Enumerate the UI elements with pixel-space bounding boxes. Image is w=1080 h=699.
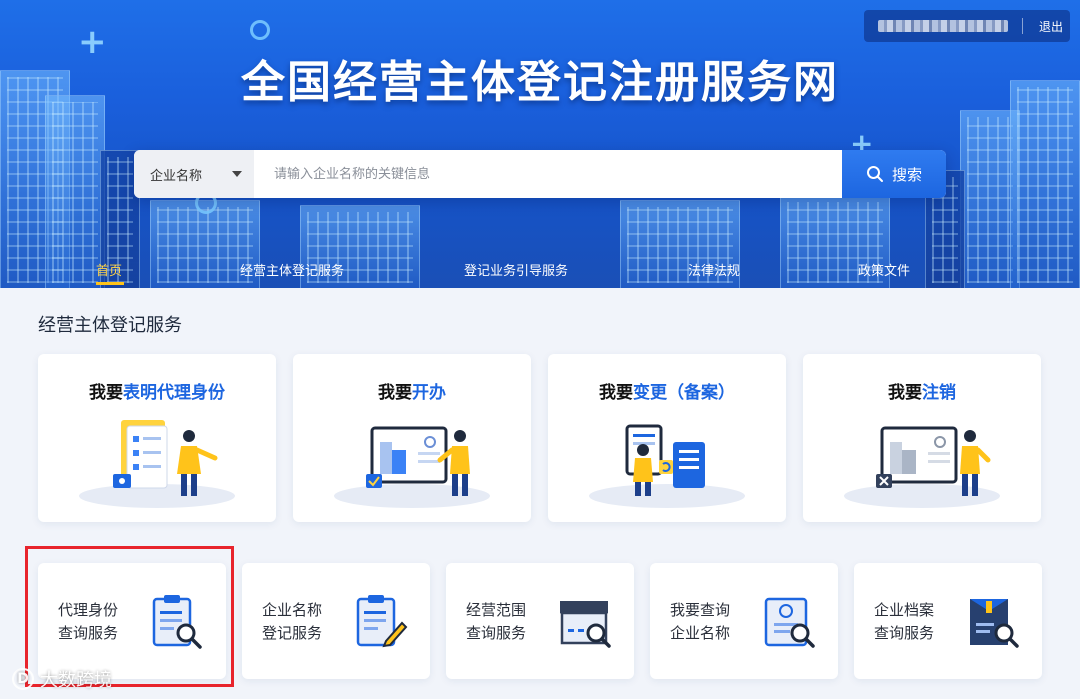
card-deregister[interactable]: 我要注销 xyxy=(803,354,1041,522)
card-agent-identity[interactable]: 我要表明代理身份 xyxy=(38,354,276,522)
active-nav-indicator xyxy=(96,282,124,285)
card-open-business[interactable]: 我要开办 xyxy=(293,354,531,522)
store-search-icon xyxy=(560,601,611,648)
certificate-search-icon xyxy=(764,597,815,648)
card-label-line2: 查询服务 xyxy=(874,624,935,642)
watermark-logo-icon: D xyxy=(12,668,34,690)
card-label: 经营范围 查询服务 xyxy=(466,599,526,645)
card-label: 企业名称 登记服务 xyxy=(262,599,322,645)
archive-search-icon xyxy=(970,599,1019,648)
nav-item-registration[interactable]: 经营主体登记服务 xyxy=(240,260,344,279)
site-title: 全国经营主体登记注册服务网 xyxy=(241,57,839,108)
nav-item-policy[interactable]: 政策文件 xyxy=(858,260,910,279)
card-label-line1: 企业档案 xyxy=(874,601,935,619)
card-label-line1: 经营范围 xyxy=(466,601,527,619)
card-label-line2: 登记服务 xyxy=(262,624,323,642)
watermark-text: 大数跨境 xyxy=(40,670,112,691)
hero-banner: + + 退出 全国经营主体登记注册服务网 企业名称 搜索 首页 经营主体登记服务… xyxy=(0,0,1080,288)
divider xyxy=(1022,18,1023,34)
search-button[interactable]: 搜索 xyxy=(842,150,946,198)
card-heading-prefix: 我要 xyxy=(888,383,922,403)
card-label-line1: 企业名称 xyxy=(262,601,323,619)
nav-item-home[interactable]: 首页 xyxy=(96,260,122,279)
card-heading-highlight: 开办 xyxy=(412,383,446,403)
card-heading-prefix: 我要 xyxy=(89,383,123,403)
circle-decoration xyxy=(250,20,270,40)
card-heading: 我要变更（备案） xyxy=(548,378,786,403)
deregister-illustration xyxy=(844,426,1000,508)
card-change-filing[interactable]: 我要变更（备案） xyxy=(548,354,786,522)
clipboard-pen-icon xyxy=(356,595,408,648)
main-nav: 首页 经营主体登记服务 登记业务引导服务 法律法规 政策文件 xyxy=(0,248,1080,288)
card-heading-highlight: 注销 xyxy=(922,383,956,403)
username-blurred xyxy=(878,20,1008,32)
watermark: D 大数跨境 xyxy=(12,666,112,692)
card-name-registration[interactable]: 企业名称 登记服务 xyxy=(242,563,430,679)
card-business-scope[interactable]: 经营范围 查询服务 xyxy=(446,563,634,679)
open-business-illustration xyxy=(334,426,490,508)
card-heading-prefix: 我要 xyxy=(378,383,412,403)
card-query-company-name[interactable]: 我要查询 企业名称 xyxy=(650,563,838,679)
card-heading-highlight: 表明代理身份 xyxy=(123,383,225,403)
search-button-label: 搜索 xyxy=(891,165,922,184)
card-company-archive[interactable]: 企业档案 查询服务 xyxy=(854,563,1042,679)
nav-item-guide[interactable]: 登记业务引导服务 xyxy=(464,260,568,279)
card-heading: 我要注销 xyxy=(803,378,1041,403)
search-input[interactable] xyxy=(254,150,842,198)
user-bar: 退出 xyxy=(864,10,1070,42)
search-type-dropdown[interactable]: 企业名称 xyxy=(134,150,254,198)
search-bar: 企业名称 搜索 xyxy=(134,150,946,198)
search-icon xyxy=(866,166,883,182)
card-label-line2: 企业名称 xyxy=(670,624,731,642)
card-heading-highlight: 变更（备案） xyxy=(633,383,735,403)
section-title: 经营主体登记服务 xyxy=(38,315,182,336)
card-label: 我要查询 企业名称 xyxy=(670,599,730,645)
search-type-label: 企业名称 xyxy=(150,168,203,184)
caret-down-icon xyxy=(232,171,242,177)
card-heading-prefix: 我要 xyxy=(599,383,633,403)
change-filing-illustration xyxy=(589,424,745,508)
card-heading: 我要表明代理身份 xyxy=(38,378,276,403)
card-heading: 我要开办 xyxy=(293,378,531,403)
card-label-line2: 查询服务 xyxy=(466,624,527,642)
logout-link[interactable]: 退出 xyxy=(1039,18,1063,35)
agent-identity-illustration xyxy=(79,420,235,508)
card-label-line1: 我要查询 xyxy=(670,601,731,619)
nav-item-laws[interactable]: 法律法规 xyxy=(688,260,740,279)
card-label: 企业档案 查询服务 xyxy=(874,599,934,645)
